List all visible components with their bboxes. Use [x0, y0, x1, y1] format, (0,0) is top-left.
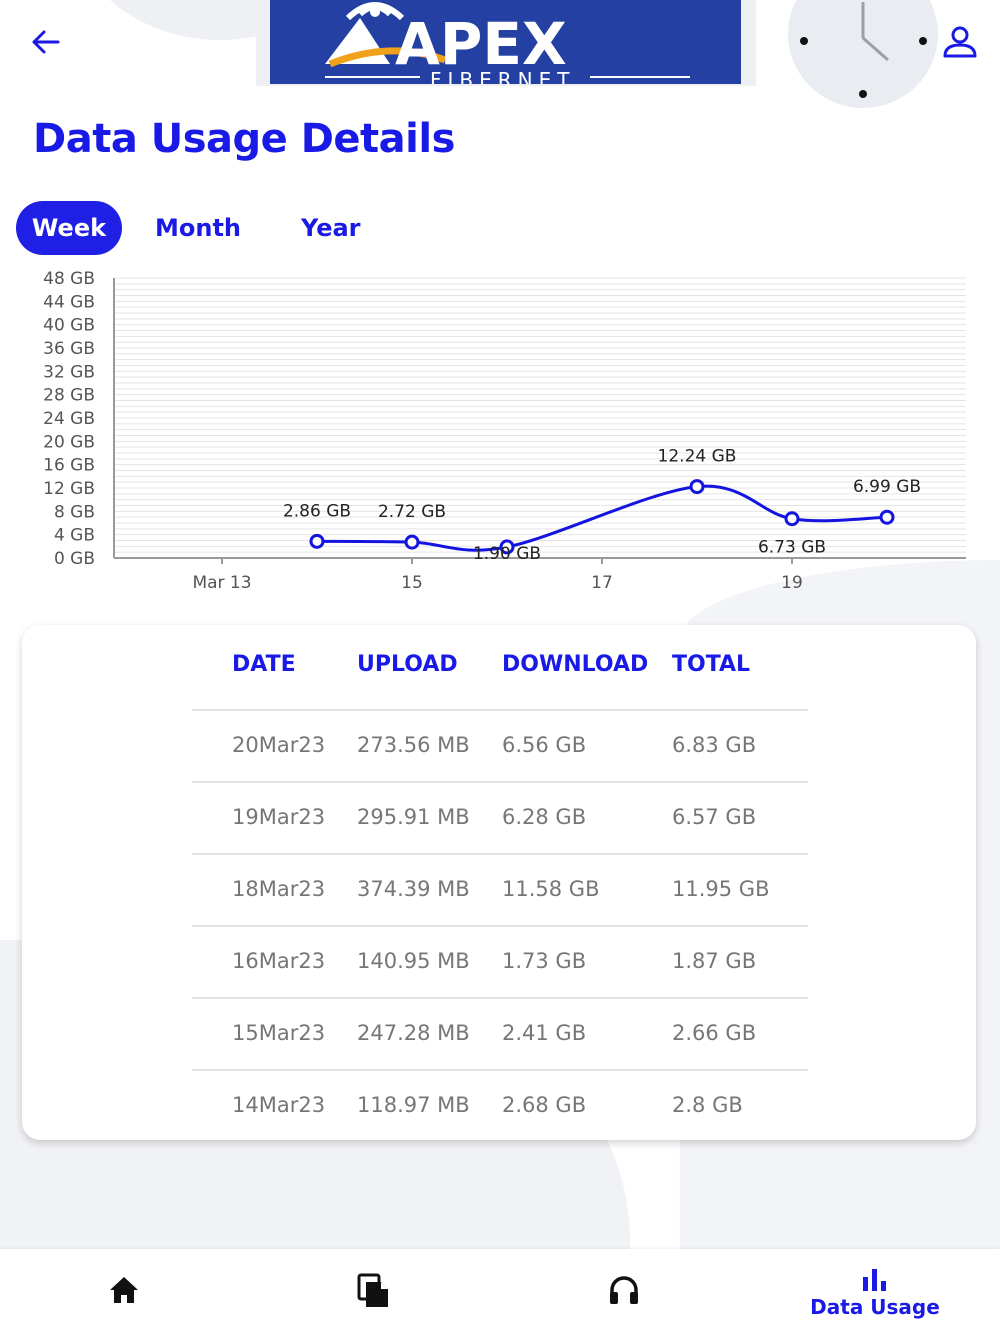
- cell-date: 15Mar23: [232, 1021, 326, 1045]
- table-row: 20Mar23 273.56 MB 6.56 GB 6.83 GB: [192, 709, 808, 781]
- apex-logo: APEX FIBERNET: [256, 0, 756, 86]
- x-tick-label: 17: [591, 573, 613, 593]
- data-label: 6.99 GB: [853, 477, 921, 497]
- x-tick-label: Mar 13: [192, 573, 251, 593]
- cell-download: 6.56 GB: [502, 733, 587, 757]
- y-tick-label: 44 GB: [43, 292, 95, 312]
- y-tick-label: 36 GB: [43, 339, 95, 359]
- data-point: [689, 479, 705, 495]
- table-row: 19Mar23 295.91 MB 6.28 GB 6.57 GB: [192, 781, 808, 853]
- data-point: [784, 511, 800, 527]
- data-label: 6.73 GB: [758, 538, 826, 558]
- cell-total: 11.95 GB: [672, 877, 770, 901]
- tab-year[interactable]: Year: [301, 201, 360, 255]
- cell-download: 2.68 GB: [502, 1093, 587, 1117]
- person-icon: [943, 26, 977, 58]
- cell-date: 14Mar23: [232, 1093, 326, 1117]
- page-title: Data Usage Details: [33, 116, 455, 162]
- cell-download: 11.58 GB: [502, 877, 600, 901]
- cell-date: 16Mar23: [232, 949, 326, 973]
- data-usage-chart: 48 GB 44 GB 40 GB 36 GB 32 GB 28 GB 24 GB 20 GB…: [43, 269, 966, 593]
- y-tick-label: 48 GB: [43, 269, 95, 289]
- bar-chart-icon: [863, 1269, 886, 1291]
- x-tick-label: 19: [781, 573, 803, 593]
- table-row: 15Mar23 247.28 MB 2.41 GB 2.66 GB: [192, 997, 808, 1069]
- documents-icon: [357, 1273, 388, 1307]
- cell-upload: 247.28 MB: [357, 1021, 470, 1045]
- y-tick-label: 24 GB: [43, 409, 95, 429]
- cell-total: 6.83 GB: [672, 733, 757, 757]
- y-tick-label: 32 GB: [43, 362, 95, 382]
- data-point: [309, 533, 325, 549]
- header-date: DATE: [232, 652, 296, 677]
- usage-table-card: DATE UPLOAD DOWNLOAD TOTAL 20Mar23 273.5…: [22, 625, 976, 1140]
- cell-date: 19Mar23: [232, 805, 326, 829]
- headphones-icon: [610, 1276, 638, 1304]
- cell-total: 2.66 GB: [672, 1021, 757, 1045]
- x-tick-label: 15: [401, 573, 423, 593]
- cell-upload: 374.39 MB: [357, 877, 470, 901]
- nav-documents[interactable]: [323, 1249, 423, 1334]
- clock-decoration: [788, 0, 938, 108]
- cell-upload: 295.91 MB: [357, 805, 470, 829]
- tab-month[interactable]: Month: [155, 201, 241, 255]
- cell-download: 2.41 GB: [502, 1021, 587, 1045]
- arrow-left-icon: [32, 30, 60, 54]
- table-row: 16Mar23 140.95 MB 1.73 GB 1.87 GB: [192, 925, 808, 997]
- cell-date: 18Mar23: [232, 877, 326, 901]
- y-tick-label: 8 GB: [54, 502, 95, 522]
- cell-upload: 118.97 MB: [357, 1093, 470, 1117]
- back-button[interactable]: [26, 22, 66, 62]
- y-tick-label: 12 GB: [43, 479, 95, 499]
- y-tick-label: 40 GB: [43, 316, 95, 336]
- profile-button[interactable]: [940, 22, 980, 62]
- cell-total: 1.87 GB: [672, 949, 757, 973]
- cell-download: 6.28 GB: [502, 805, 587, 829]
- cell-upload: 273.56 MB: [357, 733, 470, 757]
- nav-data-usage-label: Data Usage: [810, 1295, 940, 1319]
- bottom-navigation: Data Usage: [0, 1249, 1000, 1334]
- table-row: 18Mar23 374.39 MB 11.58 GB 11.95 GB: [192, 853, 808, 925]
- cell-total: 6.57 GB: [672, 805, 757, 829]
- y-tick-label: 28 GB: [43, 386, 95, 406]
- nav-support[interactable]: [574, 1249, 674, 1334]
- data-label: 1.90 GB: [473, 544, 541, 564]
- y-tick-label: 20 GB: [43, 432, 95, 452]
- cell-upload: 140.95 MB: [357, 949, 470, 973]
- table-row: 14Mar23 118.97 MB 2.68 GB 2.8 GB: [192, 1069, 808, 1141]
- wifi-signal-icon: APEX FIBERNET: [325, 2, 690, 84]
- tab-week[interactable]: Week: [16, 201, 122, 255]
- data-label: 2.72 GB: [378, 502, 446, 522]
- header-upload: UPLOAD: [357, 652, 458, 677]
- y-tick-label: 16 GB: [43, 456, 95, 476]
- y-tick-label: 0 GB: [54, 549, 95, 569]
- header-total: TOTAL: [672, 652, 751, 677]
- logo-subtext: FIBERNET: [430, 68, 575, 84]
- data-point: [404, 534, 420, 550]
- table-header: DATE UPLOAD DOWNLOAD TOTAL: [22, 625, 976, 711]
- cell-download: 1.73 GB: [502, 949, 587, 973]
- home-icon: [110, 1277, 138, 1303]
- data-label: 12.24 GB: [658, 447, 737, 467]
- header-download: DOWNLOAD: [502, 652, 649, 677]
- period-tabs: Week Month Year: [16, 201, 361, 255]
- nav-data-usage[interactable]: Data Usage: [800, 1249, 950, 1334]
- data-point: [879, 509, 895, 525]
- cell-total: 2.8 GB: [672, 1093, 743, 1117]
- y-tick-label: 4 GB: [54, 526, 95, 546]
- data-label: 2.86 GB: [283, 501, 351, 521]
- nav-home[interactable]: [74, 1249, 174, 1334]
- cell-date: 20Mar23: [232, 733, 326, 757]
